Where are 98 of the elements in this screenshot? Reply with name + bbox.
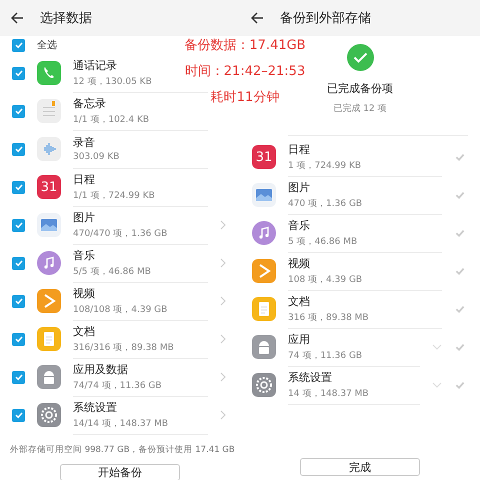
item-detail: 1/1 项，102.4 KB: [73, 114, 150, 126]
item-detail: 316 项，89.38 MB: [288, 312, 369, 324]
screen-title: 备份到外部存储: [280, 10, 371, 27]
check-icon: [14, 220, 24, 230]
item-name: 系统设置: [288, 370, 332, 384]
check-icon: [14, 40, 24, 50]
gallery-icon: [252, 183, 276, 207]
check-icon: [14, 296, 24, 306]
check-icon: [14, 68, 24, 78]
check-icon: [454, 303, 466, 315]
item-name: 日程: [73, 172, 95, 186]
done-button[interactable]: 完成: [300, 458, 420, 476]
chevron-right-icon[interactable]: [220, 220, 226, 230]
check-icon: [14, 410, 24, 420]
item-detail: 14 项，148.37 MB: [288, 388, 369, 400]
checkbox[interactable]: [12, 104, 25, 118]
checkbox[interactable]: [12, 332, 25, 346]
check-icon: [14, 106, 24, 116]
check-icon: [14, 334, 24, 344]
item-name: 视频: [288, 256, 310, 270]
chevron-right-icon[interactable]: [220, 258, 226, 268]
item-name: 系统设置: [73, 400, 117, 414]
item-detail: 74 项，11.36 GB: [288, 350, 362, 362]
item-detail: 108/108 项，4.39 GB: [73, 304, 168, 316]
checkbox[interactable]: [12, 218, 25, 232]
check-icon: [454, 341, 466, 353]
item-detail: 5 项，46.86 MB: [288, 236, 358, 248]
item-name: 录音: [73, 135, 95, 150]
calendar-icon: 31: [252, 145, 276, 169]
check-icon: [14, 144, 24, 154]
chevron-right-icon[interactable]: [220, 410, 226, 420]
music-note-icon: [37, 251, 61, 275]
select-all-label: 全选: [37, 38, 57, 52]
notepad-icon: [37, 99, 61, 123]
back-arrow-icon[interactable]: [10, 11, 24, 25]
checkbox[interactable]: [12, 180, 25, 194]
checkbox[interactable]: [12, 256, 25, 270]
waveform-icon: [37, 137, 61, 161]
document-icon: [37, 327, 61, 351]
success-check-icon: [346, 44, 374, 71]
checkbox[interactable]: [12, 408, 25, 422]
item-detail: 1 项，724.99 KB: [288, 160, 362, 172]
item-detail: 1/1 项，724.99 KB: [73, 190, 155, 202]
item-name: 图片: [73, 210, 95, 224]
item-name: 备忘录: [73, 96, 106, 110]
checkbox[interactable]: [12, 38, 25, 52]
check-icon: [454, 265, 466, 277]
document-icon: [252, 297, 276, 321]
item-name: 音乐: [73, 248, 95, 262]
check-icon: [454, 227, 466, 239]
item-name: 日程: [288, 142, 310, 156]
checkbox[interactable]: [12, 370, 25, 384]
item-name: 文档: [73, 324, 95, 338]
item-name: 图片: [288, 180, 310, 194]
annotation-text: 备份数据：17.41GB: [184, 37, 306, 54]
screen-title: 选择数据: [40, 10, 92, 27]
chevron-right-icon[interactable]: [220, 372, 226, 382]
checkbox[interactable]: [12, 142, 25, 156]
item-name: 通话记录: [73, 58, 117, 72]
item-detail: 108 项，4.39 GB: [288, 274, 362, 286]
phone-icon: [37, 61, 61, 85]
item-detail: 12 项，130.05 KB: [73, 76, 152, 88]
gear-icon: [37, 403, 61, 427]
checkbox[interactable]: [12, 66, 25, 80]
item-detail: 5/5 项，46.86 MB: [73, 266, 151, 278]
item-detail: 74/74 项，11.36 GB: [73, 380, 162, 392]
check-icon: [14, 258, 24, 268]
item-detail: 14/14 项，148.37 MB: [73, 418, 168, 430]
item-name: 音乐: [288, 218, 310, 232]
back-arrow-icon[interactable]: [250, 11, 264, 25]
storage-note: 外部存储可用空间 998.77 GB，备份预计使用 17.41 GB: [10, 444, 235, 456]
item-name: 文档: [288, 294, 310, 308]
item-detail: 470/470 项，1.36 GB: [73, 228, 168, 240]
music-note-icon: [252, 221, 276, 245]
chevron-right-icon[interactable]: [220, 334, 226, 344]
chevron-right-icon[interactable]: [220, 296, 226, 306]
annotation-text: 时间：21:42–21:53: [184, 63, 306, 80]
item-detail: 470 项，1.36 GB: [288, 198, 362, 210]
check-icon: [454, 151, 466, 163]
annotation-text: 耗时11分钟: [210, 89, 280, 106]
item-name: 应用: [288, 332, 310, 346]
play-icon: [37, 289, 61, 313]
calendar-icon: 31: [37, 175, 61, 199]
check-icon: [14, 182, 24, 192]
checkbox[interactable]: [12, 294, 25, 308]
play-icon: [252, 259, 276, 283]
status-count: 已完成 12 项: [333, 102, 387, 115]
check-icon: [454, 189, 466, 201]
item-detail: 316/316 项，89.38 MB: [73, 342, 174, 354]
item-name: 视频: [73, 286, 95, 300]
gallery-icon: [37, 213, 61, 237]
start-backup-button[interactable]: 开始备份: [60, 464, 180, 480]
check-icon: [14, 372, 24, 382]
gear-icon: [252, 373, 276, 397]
item-detail: 303.09 KB: [73, 152, 120, 162]
check-icon: [454, 379, 466, 391]
status-title: 已完成备份项: [327, 81, 393, 96]
item-name: 应用及数据: [73, 362, 128, 376]
